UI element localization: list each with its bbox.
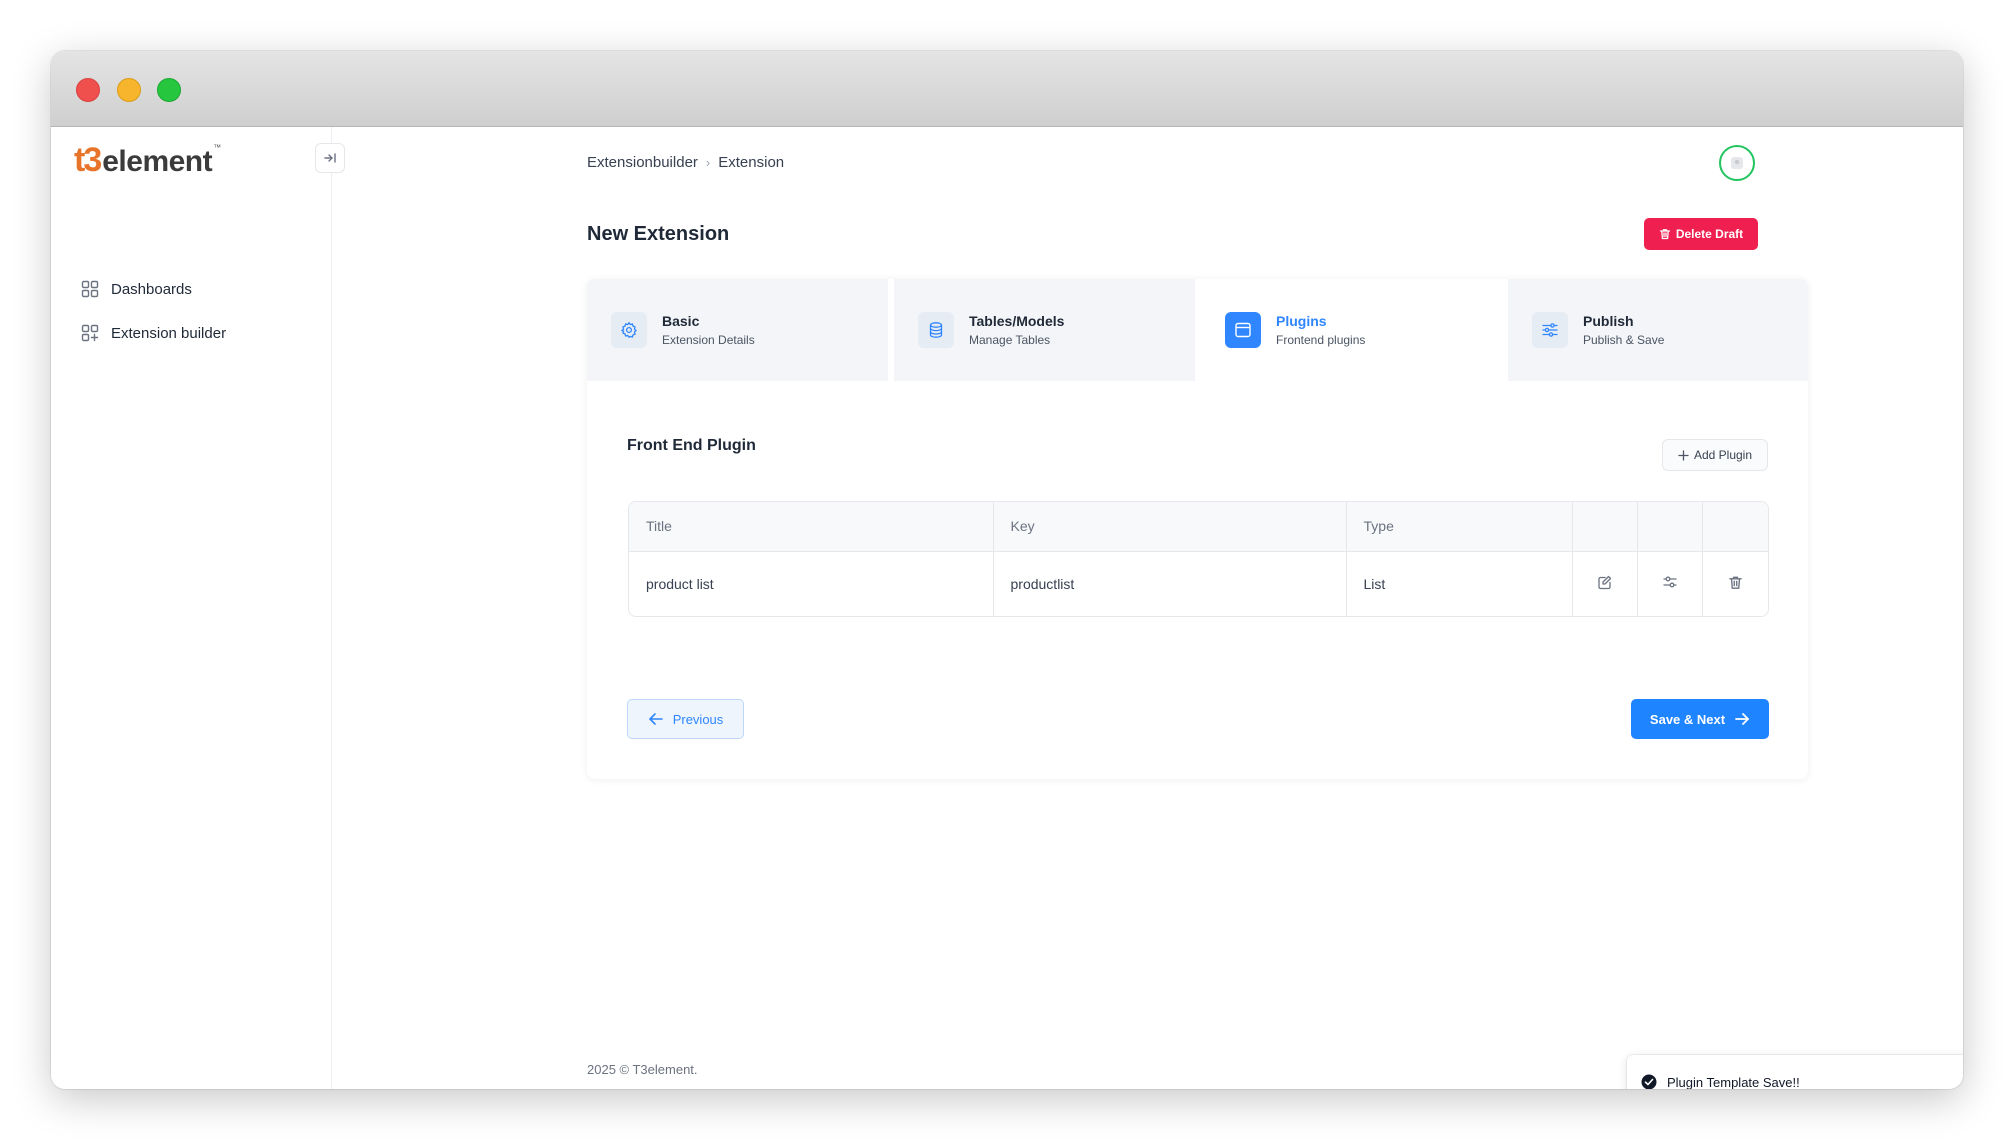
save-next-label: Save & Next	[1649, 711, 1726, 727]
tab-plugins[interactable]: Plugins Frontend plugins	[1201, 279, 1502, 381]
tab-icon-box	[1532, 312, 1568, 348]
tab-subtitle: Extension Details	[662, 333, 755, 347]
delete-draft-button[interactable]: Delete Draft	[1644, 218, 1758, 250]
previous-label: Previous	[672, 711, 724, 727]
database-icon	[929, 322, 943, 338]
check-circle-icon	[1641, 1074, 1657, 1089]
tab-title: Plugins	[1276, 313, 1327, 329]
section-title: Front End Plugin	[627, 437, 756, 454]
grid-icon	[81, 280, 99, 298]
tab-icon-box	[1225, 312, 1261, 348]
plus-icon	[1678, 449, 1689, 461]
sidebar-item-extension-builder[interactable]: Extension builder	[81, 321, 226, 345]
sidebar-item-dashboards[interactable]: Dashboards	[81, 277, 192, 301]
brand-logo-mark: t3	[74, 141, 102, 179]
tab-subtitle: Manage Tables	[969, 333, 1051, 347]
breadcrumb: Extensionbuilder › Extension	[587, 154, 784, 171]
sidebar: t3 element ™ Dashboards Extension builde…	[51, 127, 345, 1089]
tab-subtitle: Publish & Save	[1583, 333, 1665, 347]
page-footer: 2025 © T3element.	[587, 1062, 698, 1077]
toast-message: Plugin Template Save!!	[1667, 1074, 1800, 1090]
user-avatar-icon	[1731, 157, 1743, 169]
sliders-icon	[1662, 576, 1677, 588]
cell-title: product list	[646, 575, 714, 592]
page-title: New Extension	[587, 223, 730, 245]
main-content: Extensionbuilder › Extension New Extensi…	[333, 127, 1963, 1089]
tab-subtitle: Frontend plugins	[1276, 333, 1366, 347]
brand-logo-text: element	[102, 145, 213, 178]
brand-logo[interactable]: t3 element ™	[74, 143, 221, 177]
tab-title: Basic	[662, 313, 700, 329]
tab-basic[interactable]: Basic Extension Details	[587, 279, 888, 381]
minimize-window-button[interactable]	[117, 78, 141, 102]
arrow-left-icon	[648, 713, 663, 725]
arrow-right-icon	[1735, 713, 1749, 725]
cell-key: productlist	[992, 551, 1346, 616]
wizard-card: Basic Extension Details Tables/Models Ma…	[587, 279, 1808, 779]
column-header-key: Key	[992, 502, 1346, 552]
column-header-delete	[1701, 502, 1768, 552]
delete-draft-label: Delete Draft	[1675, 227, 1744, 241]
add-plugin-button[interactable]: Add Plugin	[1662, 439, 1768, 471]
edit-icon	[1597, 576, 1611, 590]
toast-notification: Plugin Template Save!!	[1627, 1055, 1963, 1089]
tab-tables-models[interactable]: Tables/Models Manage Tables	[894, 279, 1195, 381]
column-header-edit	[1571, 502, 1637, 552]
close-window-button[interactable]	[76, 78, 100, 102]
trash-icon	[1659, 229, 1670, 240]
cell-type: List	[1345, 551, 1572, 616]
chevron-right-icon: ›	[705, 155, 711, 170]
tab-icon-box	[611, 312, 647, 348]
configure-row-button[interactable]	[1636, 551, 1702, 616]
brand-logo-tm: ™	[213, 143, 222, 152]
plugins-table: Title Key Type product list productlist	[628, 501, 1769, 617]
tab-title: Tables/Models	[969, 313, 1065, 329]
tab-publish[interactable]: Publish Publish & Save	[1508, 279, 1808, 381]
window-titlebar	[51, 51, 1963, 127]
tab-icon-box	[918, 312, 954, 348]
previous-button[interactable]: Previous	[627, 699, 744, 739]
table-row: product list productlist List	[629, 551, 1768, 616]
sidebar-item-label: Dashboards	[111, 280, 192, 298]
breadcrumb-item-extension: Extension	[718, 154, 785, 171]
add-plugin-label: Add Plugin	[1693, 448, 1753, 462]
table-header-row: Title Key Type	[629, 502, 1768, 552]
column-header-title: Title	[629, 502, 993, 552]
trash-icon	[1728, 576, 1742, 589]
edit-row-button[interactable]	[1571, 551, 1637, 616]
column-header-type: Type	[1345, 502, 1572, 552]
window-icon	[1235, 322, 1251, 338]
column-header-settings	[1636, 502, 1702, 552]
gear-icon	[620, 321, 637, 339]
sidebar-item-label: Extension builder	[111, 324, 227, 342]
maximize-window-button[interactable]	[157, 78, 181, 102]
grid-plus-icon	[81, 324, 99, 342]
user-avatar[interactable]	[1719, 145, 1755, 181]
sliders-icon	[1542, 323, 1558, 337]
save-next-button[interactable]: Save & Next	[1631, 699, 1769, 739]
browser-window: t3 element ™ Dashboards Extension builde…	[51, 51, 1963, 1089]
tab-title: Publish	[1583, 313, 1634, 329]
wizard-tabs: Basic Extension Details Tables/Models Ma…	[587, 279, 1808, 381]
delete-row-button[interactable]	[1701, 551, 1768, 616]
breadcrumb-item-extensionbuilder[interactable]: Extensionbuilder	[587, 154, 698, 171]
